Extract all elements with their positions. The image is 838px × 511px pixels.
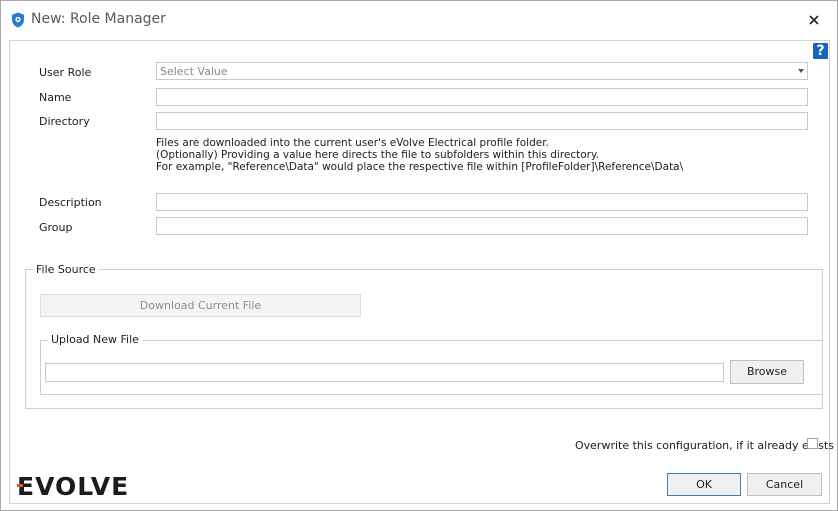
user-role-placeholder: Select Value <box>160 65 228 78</box>
ok-button[interactable]: OK <box>667 473 741 496</box>
user-role-label: User Role <box>39 66 92 79</box>
close-icon[interactable] <box>805 11 823 29</box>
help-line: Files are downloaded into the current us… <box>156 137 549 149</box>
cancel-button[interactable]: Cancel <box>747 473 822 496</box>
help-icon[interactable]: ? <box>813 43 828 59</box>
window-title: New: Role Manager <box>31 11 166 27</box>
directory-help-text: Files are downloaded into the current us… <box>156 137 683 173</box>
browse-button[interactable]: Browse <box>730 360 804 384</box>
group-label: Group <box>39 221 73 234</box>
directory-label: Directory <box>39 115 90 128</box>
help-line: (Optionally) Providing a value here dire… <box>156 149 600 161</box>
help-line: For example, "Reference\Data" would plac… <box>156 161 684 173</box>
evolve-logo: EVOLVE <box>17 472 129 498</box>
role-manager-dialog: New: Role Manager ? User Role Select Val… <box>0 0 838 511</box>
upload-new-file-title: Upload New File <box>48 333 142 346</box>
user-role-select[interactable]: Select Value <box>156 62 808 80</box>
chevron-down-icon[interactable] <box>798 69 804 73</box>
name-label: Name <box>39 91 72 104</box>
overwrite-label: Overwrite this configuration, if it alre… <box>575 439 834 452</box>
overwrite-checkbox[interactable] <box>807 438 818 449</box>
description-label: Description <box>39 196 102 209</box>
name-input[interactable] <box>156 88 808 106</box>
logo-text: EVOLVE <box>17 472 129 498</box>
download-current-file-button[interactable]: Download Current File <box>40 294 361 317</box>
upload-file-path-input[interactable] <box>45 363 724 382</box>
group-input[interactable] <box>156 217 808 235</box>
directory-input[interactable] <box>156 112 808 130</box>
description-input[interactable] <box>156 193 808 211</box>
shield-icon <box>12 12 24 28</box>
title-bar: New: Role Manager <box>1 1 837 39</box>
file-source-title: File Source <box>33 263 99 276</box>
